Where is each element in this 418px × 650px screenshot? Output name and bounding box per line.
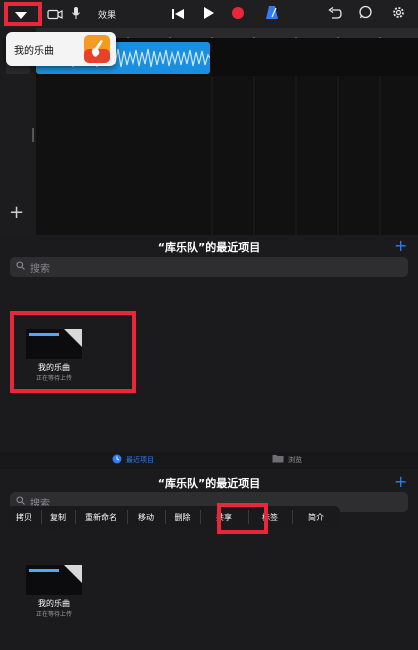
play-icon — [203, 5, 215, 24]
camera-icon — [47, 5, 63, 24]
highlight-box-chevron — [4, 2, 42, 26]
browser-title: “库乐队”的最近项目 — [157, 241, 261, 254]
microphone-icon — [71, 5, 81, 24]
highlight-box-share — [217, 503, 268, 534]
menu-item-duplicate[interactable]: 复制 — [41, 506, 75, 528]
garageband-icon — [84, 35, 110, 67]
song-title-popup[interactable]: 我的乐曲 — [6, 32, 116, 66]
plus-icon: + — [9, 202, 25, 223]
highlight-box-project — [10, 311, 136, 393]
recents-browser-2: “库乐队”的最近项目 + 搜索 我的乐曲 正在等待上传 — [0, 469, 418, 650]
play-button[interactable] — [198, 3, 220, 25]
project-status-2: 正在等待上传 — [35, 611, 72, 618]
thumbnail-corner — [64, 565, 82, 583]
context-menu: 拷贝 复制 重新命名 移动 删除 共享 标签 简介 — [7, 506, 340, 528]
context-menu-pointer — [48, 528, 58, 534]
menu-item-info[interactable]: 简介 — [292, 506, 340, 528]
tab-browse[interactable]: 浏览 — [272, 454, 302, 465]
loop-icon — [358, 5, 373, 24]
undo-icon — [328, 5, 342, 24]
search-icon — [16, 261, 25, 273]
tab-recents[interactable]: 最近项目 — [112, 454, 154, 466]
undo-button[interactable] — [326, 3, 344, 25]
resize-handle[interactable] — [32, 128, 34, 142]
search-placeholder: 搜索 — [30, 263, 50, 275]
settings-button[interactable] — [388, 3, 408, 25]
tab-browse-label: 浏览 — [288, 455, 302, 464]
record-button[interactable] — [228, 3, 248, 25]
browser-title-2: “库乐队”的最近项目 — [157, 477, 261, 490]
menu-item-copy[interactable]: 拷贝 — [7, 506, 41, 528]
microphone-button[interactable] — [68, 3, 84, 25]
rewind-button[interactable] — [166, 3, 190, 25]
song-title: 我的乐曲 — [14, 46, 54, 57]
project-thumbnail-2[interactable] — [26, 565, 82, 595]
menu-item-delete[interactable]: 删除 — [165, 506, 200, 528]
settings-icon — [391, 5, 406, 24]
tab-recents-label: 最近项目 — [126, 456, 154, 464]
search-field[interactable]: 搜索 — [10, 257, 408, 277]
menu-item-rename[interactable]: 重新命名 — [75, 506, 127, 528]
loop-browser-button[interactable] — [356, 3, 374, 25]
record-icon — [231, 5, 245, 24]
metronome-icon — [265, 5, 279, 24]
effects-button[interactable]: 效果 — [94, 3, 120, 25]
clock-icon — [112, 454, 122, 466]
menu-item-move[interactable]: 移动 — [127, 506, 165, 528]
thumbnail-region — [29, 569, 59, 572]
control-bar: 效果 — [0, 0, 418, 28]
add-project-button[interactable]: + — [394, 238, 407, 254]
browser-tab-bar: 最近项目 浏览 — [0, 452, 418, 469]
add-project-button-2[interactable]: + — [394, 474, 407, 490]
camera-button[interactable] — [46, 3, 64, 25]
metronome-button[interactable] — [262, 3, 282, 25]
rewind-icon — [171, 5, 185, 24]
project-name-2: 我的乐曲 — [38, 599, 70, 608]
add-track-button[interactable]: + — [9, 204, 24, 222]
folder-icon — [272, 454, 284, 465]
